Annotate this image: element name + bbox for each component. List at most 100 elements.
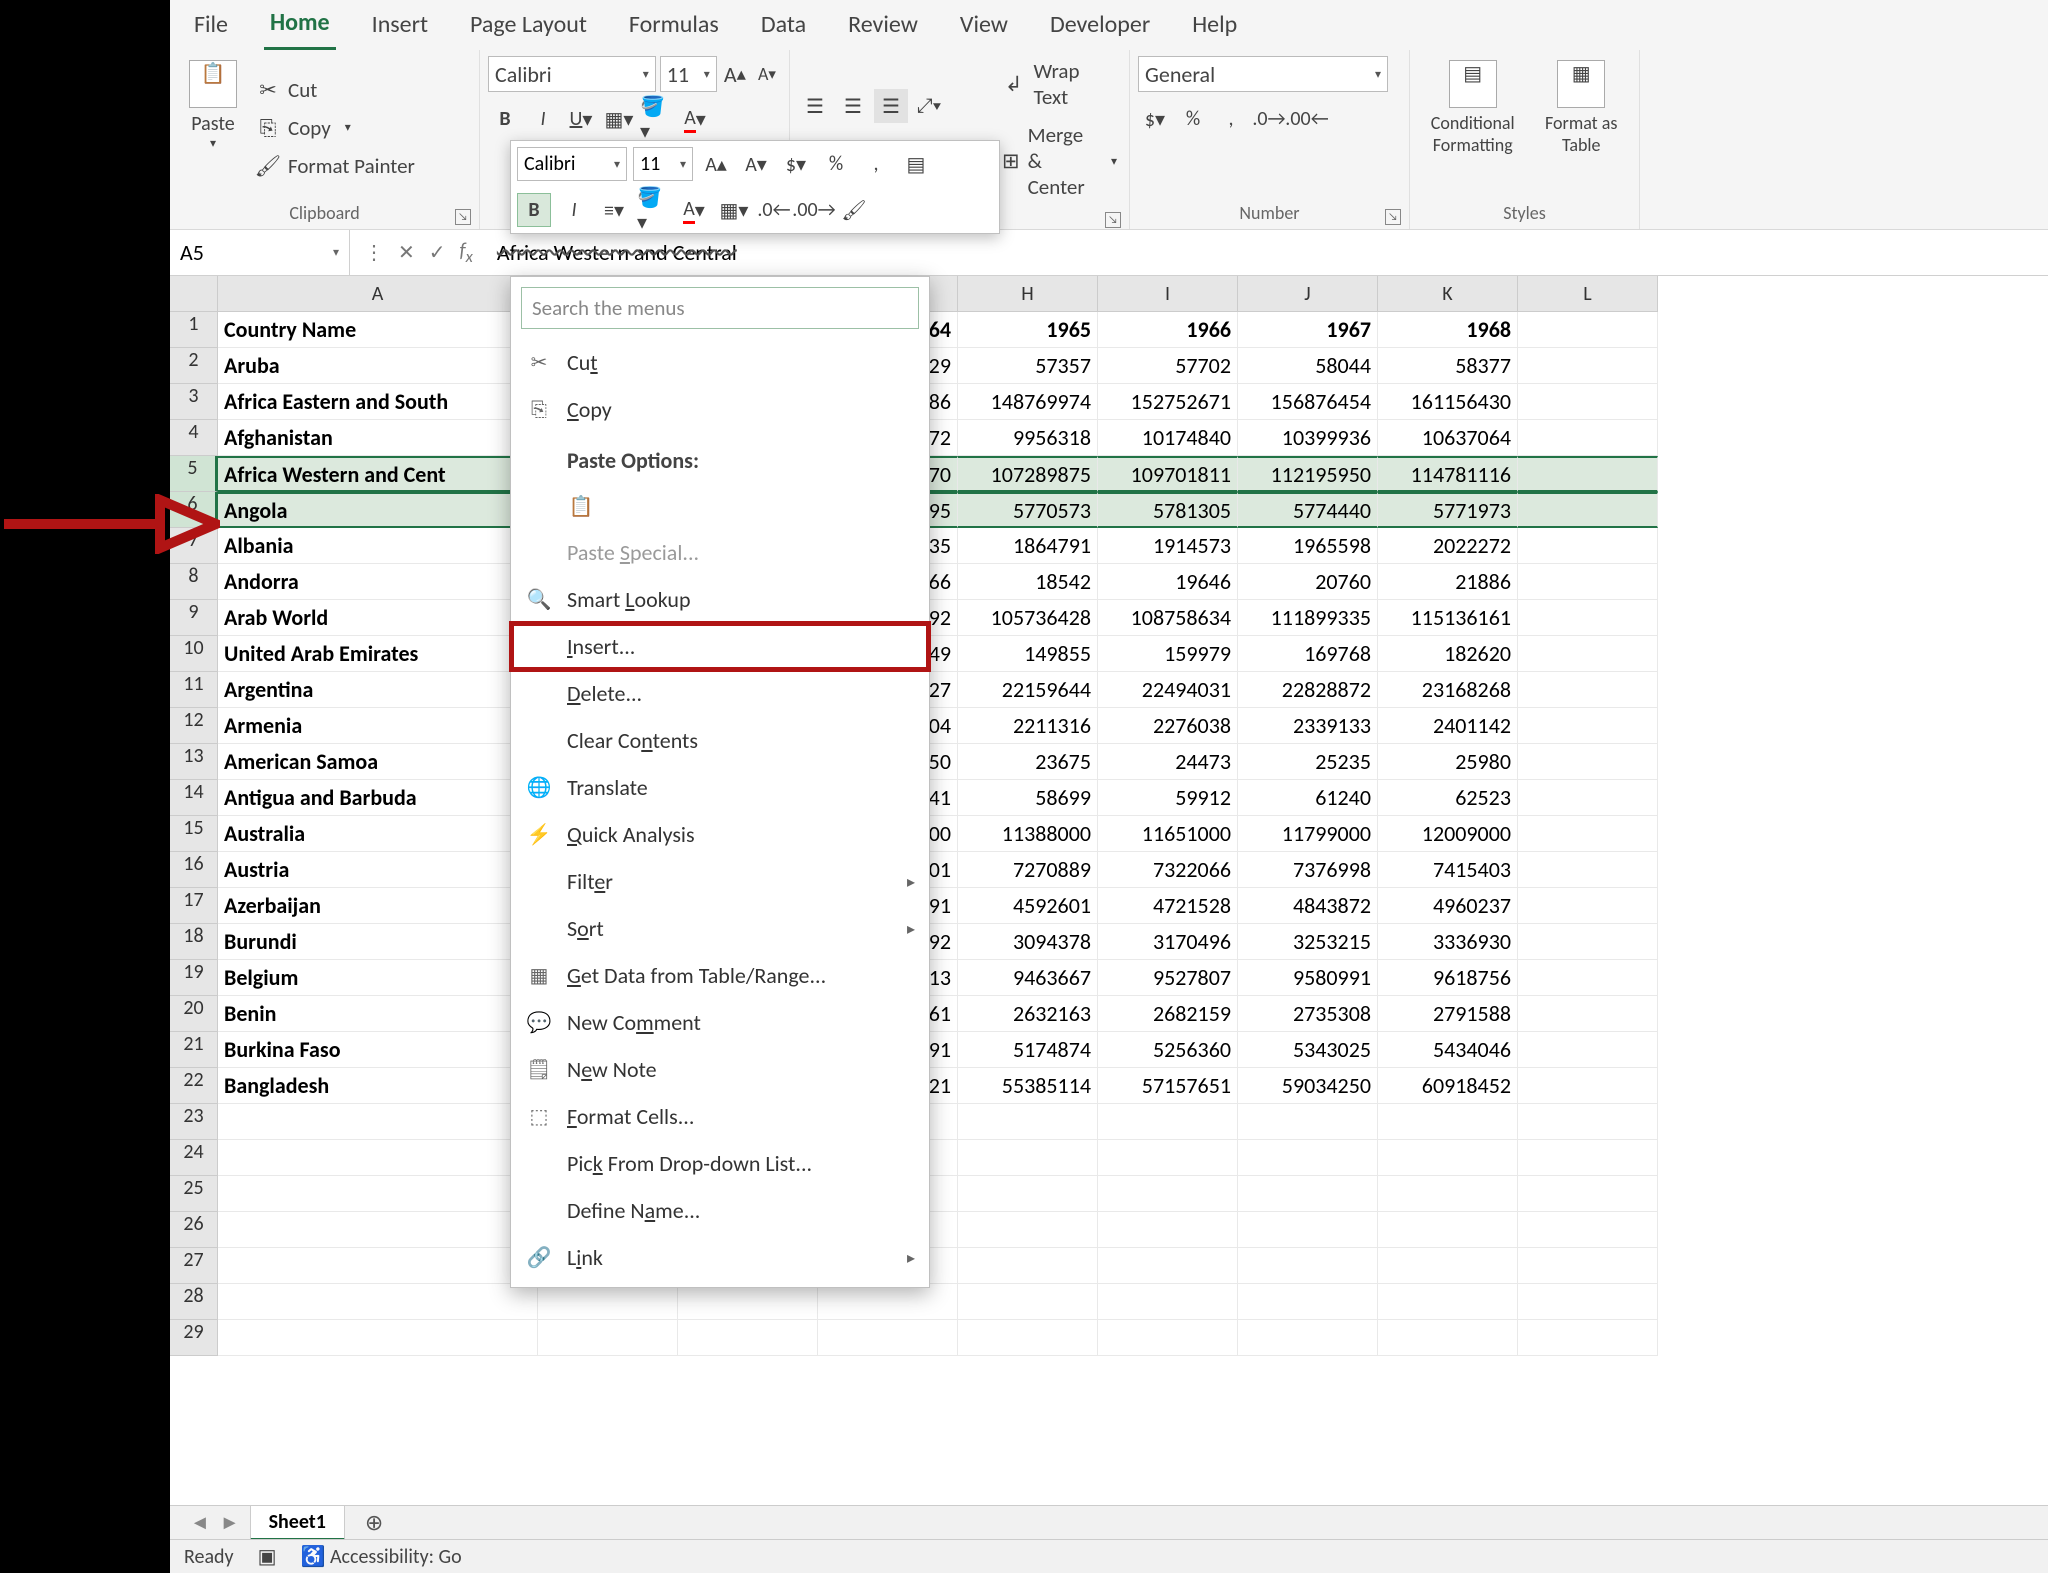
cell[interactable] — [958, 1284, 1098, 1320]
font-family-combo[interactable]: Calibri▾ — [488, 56, 656, 92]
mini-bold-button[interactable]: B — [517, 193, 551, 227]
menu-translate[interactable]: 🌐 Translate — [511, 764, 929, 811]
cell[interactable] — [1518, 708, 1658, 744]
cell[interactable]: 62523 — [1378, 780, 1518, 816]
row-header[interactable]: 20 — [170, 996, 218, 1032]
col-header[interactable]: A — [218, 276, 538, 312]
cell[interactable] — [218, 1104, 538, 1140]
cell[interactable]: 1967 — [1238, 312, 1378, 348]
cell[interactable]: American Samoa — [218, 744, 538, 780]
cell[interactable]: 57357 — [958, 348, 1098, 384]
cell[interactable]: 5771973 — [1378, 492, 1518, 528]
increase-decimal-icon[interactable]: .0→ — [1252, 102, 1286, 136]
cell[interactable]: 159979 — [1098, 636, 1238, 672]
cell[interactable] — [1098, 1140, 1238, 1176]
menu-pick-list[interactable]: Pick From Drop-down List... — [511, 1140, 929, 1187]
row-header[interactable]: 25 — [170, 1176, 218, 1212]
cell[interactable]: 5434046 — [1378, 1032, 1518, 1068]
cell[interactable]: 169768 — [1238, 636, 1378, 672]
merge-center-button[interactable]: ⊞ Merge & Center▾ — [998, 120, 1121, 202]
number-format-combo[interactable]: General▾ — [1138, 56, 1388, 92]
cell[interactable]: 7270889 — [958, 852, 1098, 888]
cell[interactable]: 2339133 — [1238, 708, 1378, 744]
cell[interactable] — [818, 1284, 958, 1320]
underline-button[interactable]: U▾ — [564, 102, 598, 136]
row-header[interactable]: 3 — [170, 384, 218, 420]
percent-icon[interactable]: % — [1176, 102, 1210, 136]
tab-view[interactable]: View — [954, 2, 1014, 49]
cell[interactable]: 2211316 — [958, 708, 1098, 744]
cell[interactable] — [1518, 1248, 1658, 1284]
cell[interactable] — [1518, 528, 1658, 564]
cell[interactable]: 58044 — [1238, 348, 1378, 384]
row-header[interactable]: 10 — [170, 636, 218, 672]
cell[interactable]: 22159644 — [958, 672, 1098, 708]
cell[interactable] — [1098, 1212, 1238, 1248]
cell[interactable]: 108758634 — [1098, 600, 1238, 636]
row-header[interactable]: 15 — [170, 816, 218, 852]
cell[interactable] — [1518, 564, 1658, 600]
cell[interactable]: 2401142 — [1378, 708, 1518, 744]
row-header[interactable]: 18 — [170, 924, 218, 960]
cell[interactable] — [1518, 420, 1658, 456]
row-header[interactable]: 9 — [170, 600, 218, 636]
accessibility-status[interactable]: ♿ Accessibility: Go — [301, 1544, 462, 1569]
cell[interactable]: 9618756 — [1378, 960, 1518, 996]
cell[interactable]: Burundi — [218, 924, 538, 960]
cell[interactable]: 5781305 — [1098, 492, 1238, 528]
menu-quick-analysis[interactable]: ⚡ Quick Analysis — [511, 811, 929, 858]
cell[interactable] — [958, 1104, 1098, 1140]
cell[interactable] — [958, 1140, 1098, 1176]
number-launcher-icon[interactable]: ↘ — [1385, 209, 1401, 225]
cell[interactable]: 59034250 — [1238, 1068, 1378, 1104]
cell[interactable]: 3336930 — [1378, 924, 1518, 960]
cell[interactable]: Austria — [218, 852, 538, 888]
decrease-decimal-icon[interactable]: .00← — [1290, 102, 1324, 136]
cell[interactable]: 57702 — [1098, 348, 1238, 384]
row-header[interactable]: 1 — [170, 312, 218, 348]
cancel-formula-icon[interactable]: ✕ — [398, 240, 415, 265]
cell[interactable]: 61240 — [1238, 780, 1378, 816]
cell[interactable] — [218, 1320, 538, 1356]
tab-developer[interactable]: Developer — [1044, 2, 1156, 49]
wrap-text-button[interactable]: ↲ Wrap Text — [998, 56, 1121, 112]
cell[interactable] — [1378, 1212, 1518, 1248]
cell[interactable]: 10399936 — [1238, 420, 1378, 456]
cell[interactable]: 5256360 — [1098, 1032, 1238, 1068]
menu-define-name[interactable]: Define Name... — [511, 1187, 929, 1234]
cell[interactable]: 10637064 — [1378, 420, 1518, 456]
row-header[interactable]: 23 — [170, 1104, 218, 1140]
cell[interactable] — [1518, 312, 1658, 348]
cell[interactable]: 7322066 — [1098, 852, 1238, 888]
cell[interactable]: United Arab Emirates — [218, 636, 538, 672]
cell[interactable] — [1098, 1104, 1238, 1140]
cell[interactable]: Arab World — [218, 600, 538, 636]
cell[interactable]: Angola — [218, 492, 538, 528]
row-header[interactable]: 14 — [170, 780, 218, 816]
cell[interactable] — [1518, 1104, 1658, 1140]
tab-home[interactable]: Home — [264, 0, 336, 51]
cell[interactable] — [218, 1176, 538, 1212]
cell[interactable]: 18542 — [958, 564, 1098, 600]
font-size-combo[interactable]: 11▾ — [660, 56, 717, 92]
cell[interactable]: 7376998 — [1238, 852, 1378, 888]
row-header[interactable]: 19 — [170, 960, 218, 996]
row-header[interactable]: 29 — [170, 1320, 218, 1356]
cell[interactable]: 149855 — [958, 636, 1098, 672]
cell[interactable] — [958, 1248, 1098, 1284]
cell[interactable]: 11799000 — [1238, 816, 1378, 852]
cell[interactable] — [1238, 1248, 1378, 1284]
menu-new-comment[interactable]: 💬 New Comment — [511, 999, 929, 1046]
cell[interactable] — [1378, 1140, 1518, 1176]
tab-page-layout[interactable]: Page Layout — [464, 2, 593, 49]
cell[interactable] — [1518, 384, 1658, 420]
row-header[interactable]: 28 — [170, 1284, 218, 1320]
cell[interactable]: 2735308 — [1238, 996, 1378, 1032]
cell[interactable] — [1518, 852, 1658, 888]
mini-inc-font-icon[interactable]: A▴ — [699, 147, 733, 181]
cell[interactable] — [1238, 1212, 1378, 1248]
cell[interactable]: 2022272 — [1378, 528, 1518, 564]
cell[interactable] — [1378, 1248, 1518, 1284]
menu-link[interactable]: 🔗 Link ▸ — [511, 1234, 929, 1281]
menu-smart-lookup[interactable]: 🔍 Smart Lookup — [511, 576, 929, 623]
